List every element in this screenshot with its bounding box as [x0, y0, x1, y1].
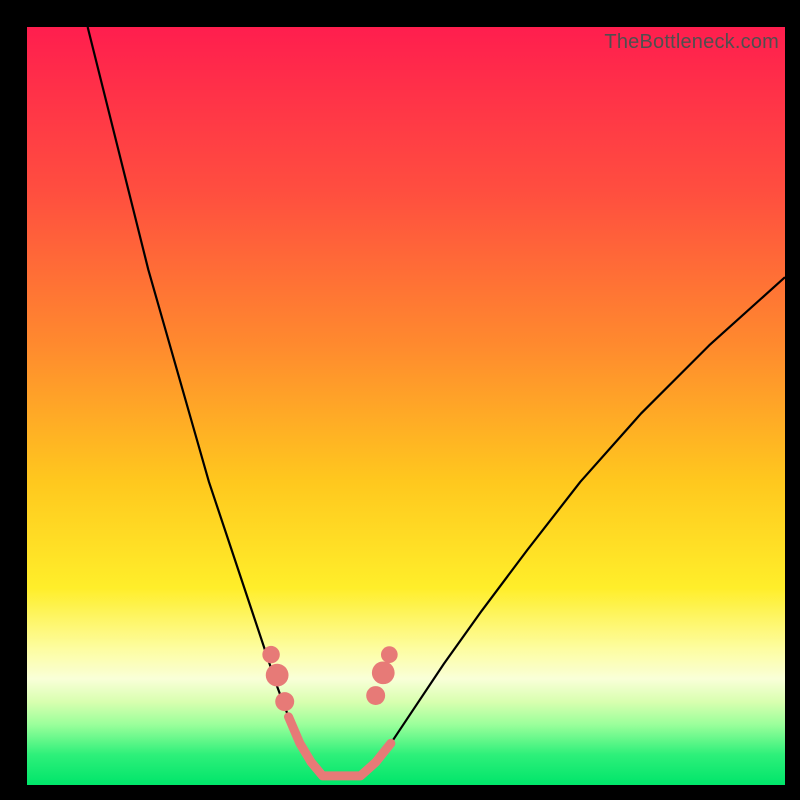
marker-dot-0 — [275, 692, 294, 711]
marker-dot-5 — [381, 646, 398, 663]
curve-layer — [27, 27, 785, 785]
plot-area: TheBottleneck.com — [27, 27, 785, 785]
series-left-branch — [88, 27, 323, 776]
marker-dot-4 — [372, 661, 395, 684]
chart-frame: TheBottleneck.com — [0, 0, 800, 800]
marker-dot-2 — [262, 646, 279, 663]
series-bottom-highlight — [289, 717, 391, 776]
marker-dot-1 — [266, 664, 289, 687]
watermark-text: TheBottleneck.com — [604, 31, 779, 54]
marker-dot-3 — [366, 686, 385, 705]
series-right-branch — [361, 277, 785, 776]
